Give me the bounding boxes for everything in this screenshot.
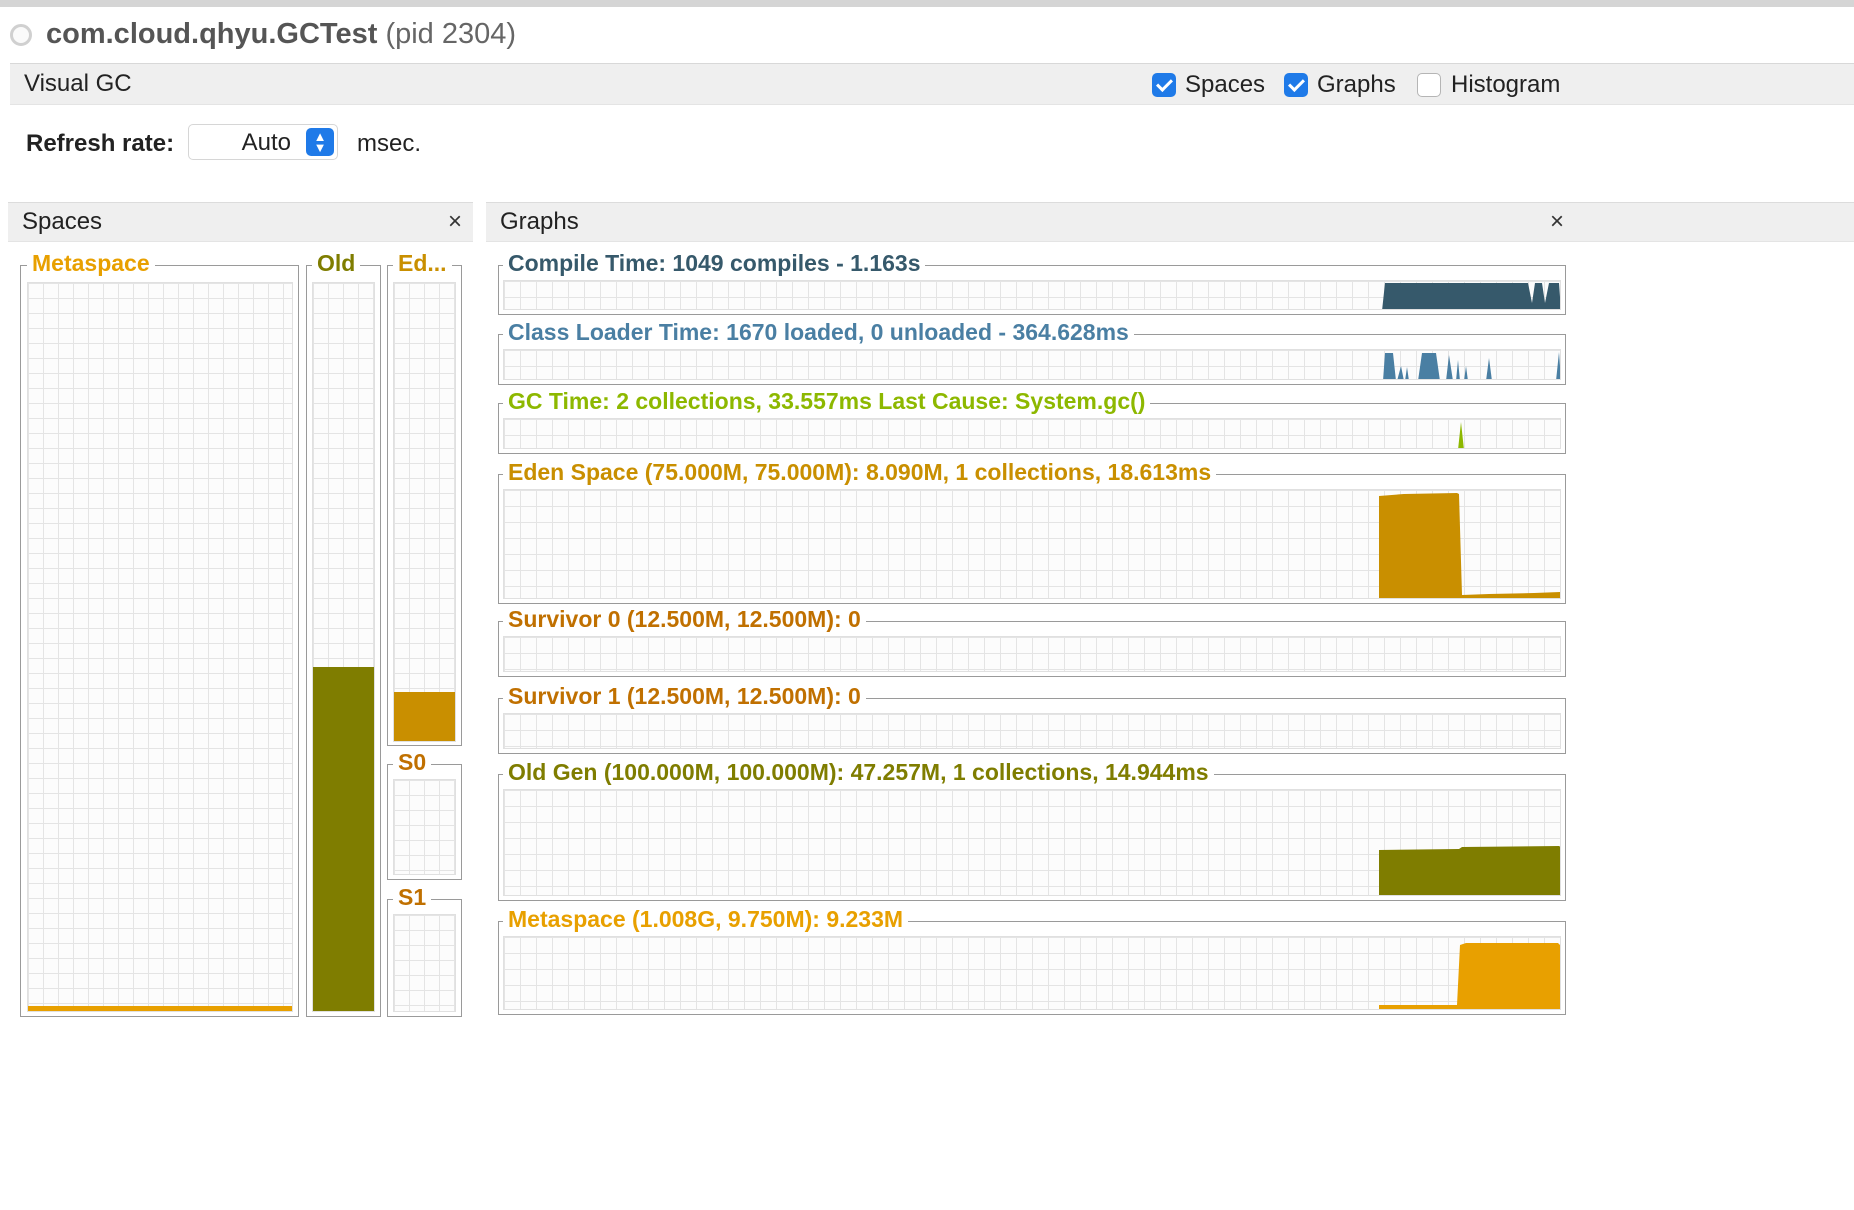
refresh-rate-unit: msec. [357,130,422,157]
spaces-panel-title: Spaces [22,208,103,235]
graph-gc-time-plot [1458,422,1464,448]
spaces-checkbox[interactable] [1152,73,1176,97]
space-old-fill [313,666,374,1011]
graphs-panel-header: Graphs × [486,202,1854,242]
visual-gc-toolbar: Visual GC Spaces Graphs Histogram [10,63,1854,105]
graph-survivor-0-label: Survivor 0 (12.500M, 12.500M): 0 [503,605,866,633]
space-eden: Ed... [387,249,462,746]
space-metaspace-label: Metaspace [27,249,155,277]
graph-gc-time-spike [1458,422,1464,448]
graph-old-gen-label: Old Gen (100.000M, 100.000M): 47.257M, 1… [503,758,1214,786]
graph-metaspace-grid [503,936,1561,1010]
space-old-grid [312,282,375,1012]
spaces-checkbox-label[interactable]: Spaces [1185,71,1265,99]
graph-survivor-0-grid [503,636,1561,672]
space-s0-label: S0 [393,748,432,776]
graph-class-loader-time-spikes [1383,352,1560,379]
graph-survivor-1-label: Survivor 1 (12.500M, 12.500M): 0 [503,682,866,710]
graph-survivor-1: Survivor 1 (12.500M, 12.500M): 0 [498,682,1566,754]
close-icon[interactable]: × [448,208,462,236]
space-metaspace-fill [28,1006,292,1011]
graphs-panel-title: Graphs [500,208,579,235]
spaces-panel-header: Spaces × [8,202,473,242]
graph-old-gen-plot [1379,846,1560,895]
process-title: com.cloud.qhyu.GCTest (pid 2304) [46,18,516,51]
histogram-checkbox-label[interactable]: Histogram [1451,71,1560,99]
graph-gc-time: GC Time: 2 collections, 33.557ms Last Ca… [498,387,1566,454]
space-s0-grid [393,779,456,875]
space-metaspace-grid [27,282,293,1012]
space-old: Old [306,249,381,1017]
graph-compile-time: Compile Time: 1049 compiles - 1.163s [498,249,1566,315]
space-s1-grid [393,914,456,1012]
process-status-icon [10,24,32,46]
graph-old-gen-area [1379,846,1560,895]
window-top-strip [0,0,1854,7]
process-pid: (pid 2304) [385,18,517,50]
graph-compile-time-grid [503,280,1561,310]
space-old-label: Old [312,249,361,277]
close-icon[interactable]: × [1550,208,1564,236]
space-eden-label: Ed... [393,249,452,277]
refresh-rate-value: Auto [241,129,291,156]
visual-gc-title: Visual GC [24,70,132,97]
graph-eden-space: Eden Space (75.000M, 75.000M): 8.090M, 1… [498,458,1566,604]
graphs-checkbox-label[interactable]: Graphs [1317,71,1396,99]
graph-old-gen: Old Gen (100.000M, 100.000M): 47.257M, 1… [498,758,1566,901]
graphs-checkbox[interactable] [1284,73,1308,97]
graph-class-loader-time-grid [503,349,1561,380]
graph-gc-time-label: GC Time: 2 collections, 33.557ms Last Ca… [503,387,1151,415]
graph-eden-space-grid [503,489,1561,599]
graph-metaspace-label: Metaspace (1.008G, 9.750M): 9.233M [503,905,909,933]
graph-metaspace-area [1379,943,1560,1009]
refresh-rate-select[interactable]: Auto ▲ ▼ [188,124,338,160]
process-name: com.cloud.qhyu.GCTest [46,18,378,50]
histogram-checkbox[interactable] [1417,73,1441,97]
graph-class-loader-time-plot [1383,352,1560,379]
graph-metaspace: Metaspace (1.008G, 9.750M): 9.233M [498,905,1566,1015]
space-s1-label: S1 [393,883,432,911]
graph-metaspace-plot [1379,943,1560,1009]
space-metaspace: Metaspace [20,249,299,1017]
graph-eden-space-plot [1379,493,1560,598]
graph-compile-time-area [1382,283,1560,309]
chevron-up-down-icon[interactable]: ▲ ▼ [306,128,334,156]
space-s0: S0 [387,748,462,880]
graph-eden-space-area [1379,493,1560,598]
space-eden-grid [393,282,456,742]
space-eden-fill [394,691,455,741]
graph-survivor-0: Survivor 0 (12.500M, 12.500M): 0 [498,605,1566,677]
graph-class-loader-time: Class Loader Time: 1670 loaded, 0 unload… [498,318,1566,385]
graph-compile-time-label: Compile Time: 1049 compiles - 1.163s [503,249,926,277]
refresh-rate-label: Refresh rate: [26,130,175,157]
graph-survivor-1-grid [503,713,1561,749]
graph-gc-time-grid [503,418,1561,449]
graph-compile-time-plot [1382,283,1560,309]
space-s1: S1 [387,883,462,1017]
graph-eden-space-label: Eden Space (75.000M, 75.000M): 8.090M, 1… [503,458,1217,486]
graph-old-gen-grid [503,789,1561,896]
graph-class-loader-time-label: Class Loader Time: 1670 loaded, 0 unload… [503,318,1134,346]
